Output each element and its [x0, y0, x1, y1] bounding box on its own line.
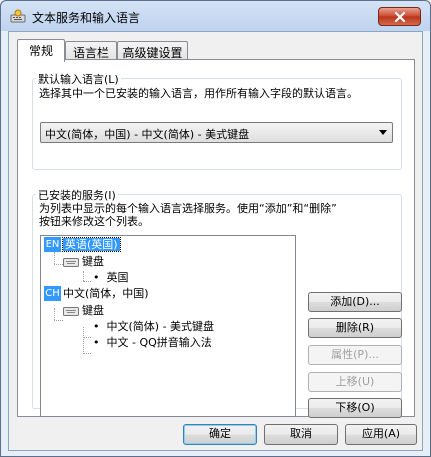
tree-item-en-keyboard[interactable]: 键盘 [63, 254, 104, 270]
apply-button[interactable]: 应用(A) [345, 424, 417, 445]
keyboard-icon [63, 307, 79, 316]
default-language-dropdown[interactable]: 中文(简体，中国) - 中文(简体) - 美式键盘 [40, 122, 393, 143]
tree-item-english-uk-label: 英语(英国) [62, 237, 121, 252]
installed-services-description-line2: 按钮来修改这个列表。 [39, 215, 149, 228]
tree-item-en-layout-uk-label: 英国 [106, 271, 129, 284]
close-button[interactable] [378, 7, 421, 26]
ok-button[interactable]: 确定 [183, 424, 257, 445]
default-language-group-title: 默认输入语言(L) [36, 71, 121, 87]
cancel-button[interactable]: 取消 [264, 424, 338, 445]
tab-language-bar[interactable]: 语言栏 [65, 41, 117, 60]
tree-item-ch-layout-qq-label: 中文 - QQ拼音输入法 [106, 336, 212, 349]
tree-item-chinese-simplified[interactable]: CH 中文(简体，中国) [44, 286, 149, 302]
add-button[interactable]: 添加(D)... [308, 292, 402, 312]
tree-item-ch-layout-us-label: 中文(简体) - 美式键盘 [106, 320, 215, 333]
default-language-value: 中文(简体，中国) - 中文(简体) - 美式键盘 [45, 128, 250, 141]
title-bar[interactable]: 文本服务和输入语言 [1, 1, 430, 31]
properties-button[interactable]: 属性(P)... [308, 345, 402, 365]
lang-badge-ch: CH [44, 286, 61, 301]
default-language-description: 选择其中一个已安装的输入语言，用作所有输入字段的默认语言。 [39, 87, 358, 100]
dialog-window: 文本服务和输入语言 常规 语言栏 高级键设置 默认输入语言(L) 选择其中一个已… [0, 0, 431, 457]
installed-services-description-line1: 为列表中显示的每个输入语言选择服务。使用“添加”和“删除” [39, 202, 337, 215]
close-icon [394, 11, 405, 22]
lang-badge-en: EN [44, 237, 61, 252]
bullet-icon: • [93, 336, 107, 349]
window-title: 文本服务和输入语言 [32, 11, 141, 25]
tab-general[interactable]: 常规 [17, 39, 65, 62]
tree-item-chinese-simplified-label: 中文(简体，中国) [63, 287, 149, 300]
tree-item-ch-layout-qq[interactable]: • 中文 - QQ拼音输入法 [93, 335, 212, 351]
tree-item-ch-keyboard[interactable]: 键盘 [63, 303, 104, 319]
tree-item-english-uk[interactable]: EN 英语(英国) [44, 237, 121, 253]
dialog-client-area: 常规 语言栏 高级键设置 默认输入语言(L) 选择其中一个已安装的输入语言，用作… [8, 31, 423, 451]
move-down-button[interactable]: 下移(O) [308, 398, 402, 418]
chevron-down-icon [379, 130, 387, 135]
tab-page-general: 默认输入语言(L) 选择其中一个已安装的输入语言，用作所有输入字段的默认语言。 … [17, 59, 415, 418]
tree-item-ch-layout-us[interactable]: • 中文(简体) - 美式键盘 [93, 319, 214, 335]
bullet-icon: • [93, 320, 107, 333]
move-up-button[interactable]: 上移(U) [308, 372, 402, 392]
bullet-icon: • [93, 271, 107, 284]
keyboard-settings-icon [10, 9, 26, 23]
keyboard-icon [63, 258, 79, 267]
installed-services-tree[interactable]: EN 英语(英国) 键盘 • 英国 CH 中文(简体，中国) 键盘 • 中文(简体)… [40, 235, 296, 417]
tab-advanced-key-settings[interactable]: 高级键设置 [117, 41, 188, 60]
tree-item-en-layout-uk[interactable]: • 英国 [93, 270, 128, 286]
tree-item-ch-keyboard-label: 键盘 [82, 304, 104, 317]
remove-button[interactable]: 删除(R) [308, 318, 402, 338]
tree-item-en-keyboard-label: 键盘 [82, 255, 104, 268]
installed-services-group-title: 已安装的服务(I) [36, 187, 118, 203]
